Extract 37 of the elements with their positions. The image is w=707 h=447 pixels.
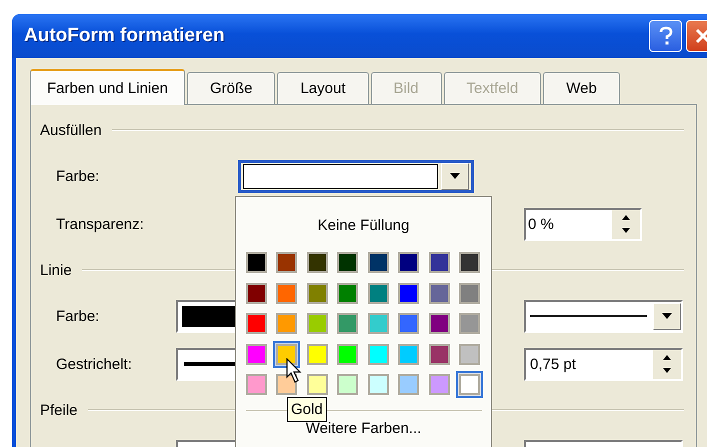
caret-icon bbox=[450, 173, 460, 179]
color-swatch[interactable] bbox=[456, 310, 483, 337]
color-swatch[interactable] bbox=[273, 371, 300, 398]
color-swatch[interactable] bbox=[456, 371, 483, 398]
help-button[interactable] bbox=[649, 20, 682, 52]
transparency-spin-field[interactable]: 0 % bbox=[524, 208, 642, 240]
window-title: AutoForm formatieren bbox=[24, 25, 225, 47]
line-weight-spin-field[interactable]: 0,75 pt bbox=[524, 348, 683, 380]
caret-icon bbox=[662, 313, 672, 319]
section-heading: Linie bbox=[40, 262, 72, 278]
color-swatch[interactable] bbox=[273, 310, 300, 337]
field-label: Farbe: bbox=[55, 168, 100, 184]
color-swatch[interactable] bbox=[395, 371, 422, 398]
no-fill-button[interactable]: Keine Füllung bbox=[246, 206, 482, 244]
tab[interactable]: Farben und Linien bbox=[30, 69, 185, 105]
color-swatch[interactable] bbox=[273, 340, 300, 368]
tooltip: Gold bbox=[287, 397, 327, 422]
color-swatch[interactable] bbox=[334, 249, 361, 276]
section-heading: Pfeile bbox=[40, 402, 78, 418]
section-heading: Ausfüllen bbox=[40, 122, 102, 138]
close-icon bbox=[694, 27, 707, 45]
color-swatch[interactable] bbox=[273, 249, 300, 276]
field-label: Gestrichelt: bbox=[55, 356, 133, 372]
color-swatch[interactable] bbox=[456, 249, 483, 276]
tab[interactable]: Layout bbox=[277, 72, 368, 104]
color-swatch[interactable] bbox=[334, 310, 361, 337]
color-swatch[interactable] bbox=[395, 249, 422, 276]
color-swatch[interactable] bbox=[334, 371, 361, 398]
tab[interactable]: Größe bbox=[186, 72, 276, 104]
field-label: Transparenz: bbox=[55, 216, 145, 232]
fill-color-dropdown[interactable] bbox=[238, 160, 474, 192]
color-swatch[interactable] bbox=[395, 310, 422, 337]
field-label: Farbe: bbox=[55, 308, 100, 324]
mouse-pointer-icon bbox=[286, 358, 302, 384]
line-style-dropdown[interactable] bbox=[524, 300, 683, 332]
help-icon bbox=[658, 26, 674, 46]
tab[interactable]: Web bbox=[543, 72, 620, 104]
